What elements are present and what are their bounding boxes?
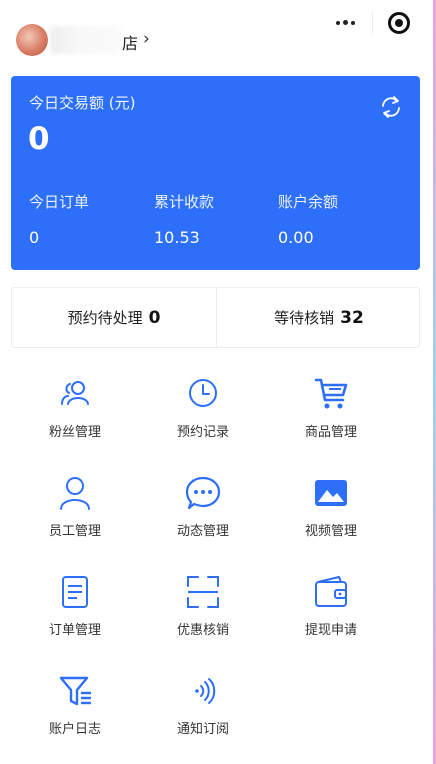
menu-item-account-log[interactable]: 账户日志 bbox=[10, 673, 140, 763]
pending-appointments-count: 0 bbox=[148, 307, 161, 328]
scan-icon bbox=[187, 576, 219, 608]
chevron-right-icon[interactable]: › bbox=[143, 29, 150, 49]
stat-label: 累计收款 bbox=[154, 193, 215, 211]
menu-item-notify-subscribe[interactable]: 通知订阅 bbox=[138, 673, 268, 763]
person-icon bbox=[60, 477, 90, 510]
menu-item-label: 通知订阅 bbox=[176, 722, 229, 737]
stat-label: 今日订单 bbox=[29, 193, 90, 211]
menu-item-label: 商品管理 bbox=[304, 425, 357, 440]
pending-verification[interactable]: 等待核销 32 bbox=[217, 288, 421, 347]
store-name-redacted bbox=[50, 26, 122, 54]
menu-item-label: 员工管理 bbox=[48, 524, 101, 539]
menu-item-withdraw[interactable]: 提现申请 bbox=[266, 574, 396, 664]
more-dots-icon[interactable] bbox=[330, 12, 360, 32]
menu-item-videos[interactable]: 视频管理 bbox=[266, 475, 396, 565]
chat-bubble-icon bbox=[185, 476, 221, 510]
capsule-divider bbox=[372, 12, 373, 34]
menu-item-moments[interactable]: 动态管理 bbox=[138, 475, 268, 565]
menu-item-label: 粉丝管理 bbox=[48, 425, 101, 440]
stat-total-received: 累计收款 10.53 bbox=[154, 191, 214, 247]
top-bar: 店 › bbox=[0, 0, 436, 74]
pending-panel: 预约待处理 0 等待核销 32 bbox=[11, 287, 420, 348]
stat-label: 账户余额 bbox=[278, 193, 339, 211]
summary-card: 今日交易额 (元) 0 今日订单 0 累计收款 10.53 账户余额 0.00 bbox=[11, 76, 420, 270]
pending-verification-label: 等待核销 bbox=[274, 309, 335, 327]
target-close-icon[interactable] bbox=[388, 12, 410, 34]
fans-icon bbox=[61, 381, 89, 405]
menu-item-label: 预约记录 bbox=[176, 425, 229, 440]
pending-verification-count: 32 bbox=[340, 307, 364, 328]
store-name[interactable]: 店 bbox=[122, 30, 138, 54]
pending-appointments-label: 预约待处理 bbox=[67, 309, 143, 327]
menu-item-label: 账户日志 bbox=[48, 722, 101, 737]
stat-value: 10.53 bbox=[154, 228, 200, 247]
document-icon bbox=[62, 576, 88, 608]
menu-item-label: 动态管理 bbox=[176, 524, 229, 539]
menu-item-products[interactable]: 商品管理 bbox=[266, 376, 396, 466]
today-amount-value: 0 bbox=[28, 121, 50, 157]
store-avatar[interactable] bbox=[16, 24, 48, 56]
image-icon bbox=[315, 480, 347, 506]
menu-item-label: 优惠核销 bbox=[176, 623, 229, 638]
refresh-icon[interactable] bbox=[378, 94, 404, 120]
menu-item-label: 视频管理 bbox=[304, 524, 357, 539]
stat-today-orders: 今日订单 0 bbox=[29, 191, 89, 247]
today-amount-title: 今日交易额 (元) bbox=[29, 94, 136, 112]
stat-value: 0.00 bbox=[278, 228, 314, 247]
sound-wave-icon bbox=[195, 678, 216, 704]
menu-item-label: 提现申请 bbox=[304, 623, 357, 638]
pending-appointments[interactable]: 预约待处理 0 bbox=[12, 288, 216, 347]
menu-item-coupon-verify[interactable]: 优惠核销 bbox=[138, 574, 268, 664]
menu-item-fans[interactable]: 粉丝管理 bbox=[10, 376, 140, 466]
filter-list-icon bbox=[59, 676, 91, 706]
stat-account-balance: 账户余额 0.00 bbox=[278, 191, 338, 247]
menu-item-staff[interactable]: 员工管理 bbox=[10, 475, 140, 565]
cart-icon bbox=[314, 378, 348, 409]
menu-item-label: 订单管理 bbox=[48, 623, 101, 638]
clock-icon bbox=[189, 379, 217, 407]
stat-value: 0 bbox=[29, 228, 40, 247]
menu-item-orders[interactable]: 订单管理 bbox=[10, 574, 140, 664]
menu-item-appointments[interactable]: 预约记录 bbox=[138, 376, 268, 466]
wallet-icon bbox=[315, 576, 347, 607]
